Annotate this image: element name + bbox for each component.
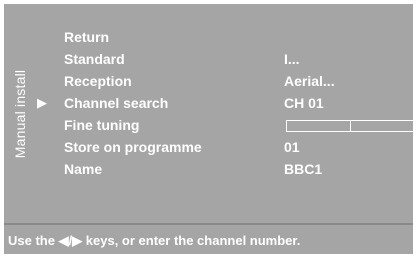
menu-item-value: Aerial... bbox=[284, 73, 335, 89]
selection-arrow-icon: ▶ bbox=[37, 95, 47, 110]
help-text: Use the ◀/▶ keys, or enter the channel n… bbox=[8, 233, 301, 248]
menu-item-value: BBC1 bbox=[284, 161, 323, 177]
menu-item-channel-search[interactable]: Channel search CH 01 bbox=[64, 94, 409, 115]
menu-item-label: Name bbox=[64, 161, 103, 177]
menu-item-label: Channel search bbox=[64, 95, 169, 111]
menu-item-name[interactable]: Name BBC1 bbox=[64, 160, 409, 181]
menu-item-reception[interactable]: Reception Aerial... bbox=[64, 72, 409, 93]
menu-item-value: CH 01 bbox=[284, 95, 324, 111]
menu-item-value: 01 bbox=[284, 139, 300, 155]
menu-item-fine-tuning[interactable]: Fine tuning bbox=[64, 116, 413, 137]
manual-install-screen: Manual install ▶ Return Standard I... Re… bbox=[4, 4, 413, 254]
help-bar: Use the ◀/▶ keys, or enter the channel n… bbox=[4, 223, 413, 254]
menu-item-store-on-programme[interactable]: Store on programme 01 bbox=[64, 138, 409, 159]
menu-item-label: Fine tuning bbox=[64, 117, 140, 133]
menu-item-label: Return bbox=[64, 29, 110, 45]
fine-tuning-bar[interactable] bbox=[286, 120, 413, 132]
menu-item-standard[interactable]: Standard I... bbox=[64, 50, 409, 71]
side-tab-label: Manual install bbox=[12, 69, 28, 158]
fine-tuning-marker[interactable] bbox=[350, 121, 351, 131]
menu-item-value: I... bbox=[284, 51, 300, 67]
menu-item-label: Store on programme bbox=[64, 139, 202, 155]
side-tab: Manual install bbox=[8, 43, 32, 184]
menu-item-return[interactable]: Return bbox=[64, 28, 409, 49]
menu-item-label: Reception bbox=[64, 73, 132, 89]
menu-item-label: Standard bbox=[64, 51, 125, 67]
